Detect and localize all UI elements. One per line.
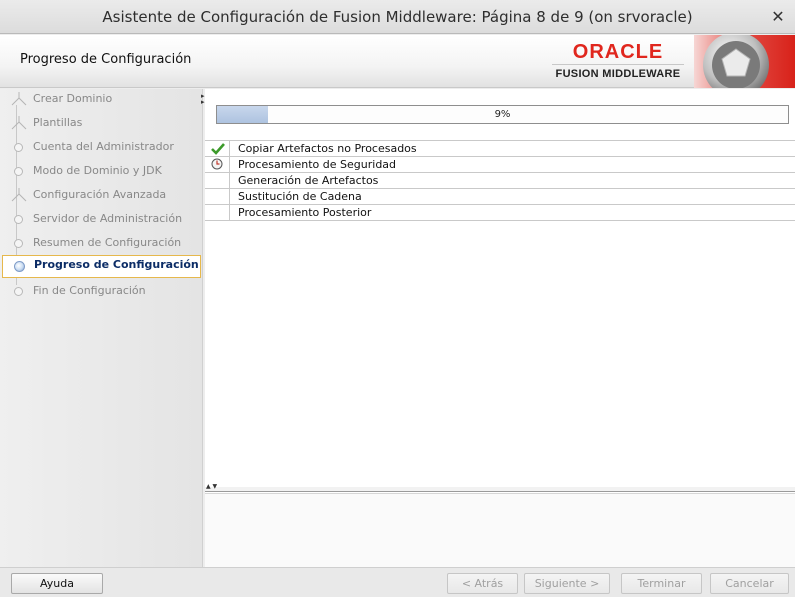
finish-button[interactable]: Terminar — [621, 573, 702, 594]
task-status-cell — [205, 173, 230, 188]
next-button[interactable]: Siguiente > — [524, 573, 610, 594]
nav-item-modo-dominio-jdk[interactable]: Modo de Dominio y JDK — [2, 161, 201, 183]
nav-item-label: Fin de Configuración — [33, 284, 146, 297]
back-button[interactable]: < Atrás — [447, 573, 518, 594]
checkmark-icon — [211, 143, 225, 155]
nav-item-label: Plantillas — [33, 116, 83, 129]
step-dot-icon — [14, 167, 23, 176]
nav-item-servidor-administracion[interactable]: Servidor de Administración — [2, 209, 201, 231]
cancel-button[interactable]: Cancelar — [710, 573, 789, 594]
task-name: Generación de Artefactos — [238, 174, 379, 187]
nav-item-progreso-configuracion[interactable]: Progreso de Configuración — [2, 255, 201, 278]
fork-icon — [11, 188, 27, 202]
task-status-cell — [205, 141, 230, 156]
nav-item-fin-configuracion[interactable]: Fin de Configuración — [2, 281, 201, 303]
nav-item-cuenta-administrador[interactable]: Cuenta del Administrador — [2, 137, 201, 159]
task-status-cell — [205, 157, 230, 172]
current-step-icon — [14, 261, 25, 272]
nav-item-label: Resumen de Configuración — [33, 236, 182, 249]
fork-icon — [11, 116, 27, 130]
page-title: Progreso de Configuración — [20, 52, 192, 67]
step-dot-icon — [14, 287, 23, 296]
task-list: Copiar Artefactos no Procesados Procesam… — [205, 140, 795, 221]
log-pane — [205, 493, 795, 567]
step-dot-icon — [14, 143, 23, 152]
logo-divider — [552, 64, 684, 65]
main-content: 9% Copiar Artefactos no Procesados Proce… — [205, 89, 795, 567]
task-row: Generación de Artefactos — [205, 173, 795, 189]
task-name: Copiar Artefactos no Procesados — [238, 142, 417, 155]
step-dot-icon — [14, 239, 23, 248]
help-button[interactable]: Ayuda — [11, 573, 103, 594]
button-bar: Ayuda < Atrás Siguiente > Terminar Cance… — [0, 567, 795, 597]
wizard-header: Progreso de Configuración ORACLE FUSION … — [0, 35, 795, 88]
nav-item-label: Crear Dominio — [33, 92, 113, 105]
oracle-logo-sub: FUSION MIDDLEWARE — [555, 68, 681, 80]
collapse-arrows-icon[interactable]: ▸ ▸ — [201, 93, 205, 106]
nav-item-plantillas[interactable]: Plantillas — [2, 113, 201, 135]
nav-item-configuracion-avanzada[interactable]: Configuración Avanzada — [2, 185, 201, 207]
task-name: Sustitución de Cadena — [238, 190, 362, 203]
task-name: Procesamiento Posterior — [238, 206, 372, 219]
header-decoration — [694, 35, 795, 88]
title-bar: Asistente de Configuración de Fusion Mid… — [0, 0, 795, 34]
splitter-arrows-icon[interactable]: ▲ ▼ — [206, 483, 217, 491]
clock-icon — [211, 158, 223, 170]
progress-bar: 9% — [216, 105, 789, 124]
task-name: Procesamiento de Seguridad — [238, 158, 397, 171]
progress-percent: 9% — [494, 109, 511, 120]
task-row: Copiar Artefactos no Procesados — [205, 141, 795, 157]
close-icon[interactable]: ✕ — [767, 7, 789, 27]
nav-item-label: Progreso de Configuración — [34, 258, 199, 271]
nav-item-crear-dominio[interactable]: Crear Dominio — [2, 89, 201, 111]
nav-item-label: Cuenta del Administrador — [33, 140, 174, 153]
nav-item-label: Configuración Avanzada — [33, 188, 167, 201]
step-dot-icon — [14, 215, 23, 224]
oracle-logo: ORACLE FUSION MIDDLEWARE — [548, 41, 688, 83]
wizard-steps-nav: Crear Dominio Plantillas Cuenta del Admi… — [0, 89, 203, 567]
fork-icon — [11, 92, 27, 106]
task-row: Sustitución de Cadena — [205, 189, 795, 205]
task-row: Procesamiento de Seguridad — [205, 157, 795, 173]
window-title: Asistente de Configuración de Fusion Mid… — [102, 8, 693, 26]
task-status-cell — [205, 189, 230, 204]
nav-item-resumen-configuracion[interactable]: Resumen de Configuración — [2, 233, 201, 255]
task-status-cell — [205, 205, 230, 220]
task-row: Procesamiento Posterior — [205, 205, 795, 221]
nav-item-label: Servidor de Administración — [33, 212, 183, 225]
oracle-logo-brand: ORACLE — [572, 41, 664, 63]
pane-splitter[interactable]: ▲ ▼ — [205, 483, 795, 492]
nav-item-label: Modo de Dominio y JDK — [33, 164, 162, 177]
